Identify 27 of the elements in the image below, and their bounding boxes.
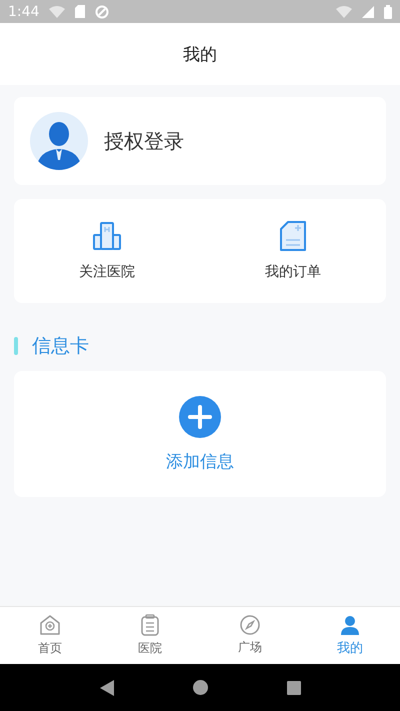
home-icon bbox=[39, 614, 61, 636]
plus-icon bbox=[179, 396, 221, 438]
tab[interactable]: 首页 bbox=[0, 607, 100, 664]
login-label: 授权登录 bbox=[104, 128, 184, 154]
recents-icon[interactable] bbox=[286, 680, 300, 694]
avatar-icon bbox=[30, 112, 88, 170]
tab[interactable]: 医院 bbox=[100, 607, 200, 664]
document-icon bbox=[280, 221, 306, 251]
clipboard-icon bbox=[141, 614, 159, 636]
signal-icon bbox=[362, 6, 374, 18]
section-title: 信息卡 bbox=[32, 334, 89, 359]
tab[interactable]: 广场 bbox=[200, 607, 300, 664]
page-title: 我的 bbox=[183, 44, 217, 66]
building-icon bbox=[92, 221, 122, 251]
status-time: 1:44 bbox=[8, 4, 40, 20]
section-marker bbox=[14, 337, 18, 355]
sd-card-icon bbox=[75, 5, 86, 18]
shortcut-item[interactable]: 关注医院 bbox=[14, 199, 200, 303]
shortcut-item[interactable]: 我的订单 bbox=[200, 199, 386, 303]
add-info-button[interactable]: 添加信息 bbox=[166, 396, 234, 472]
compass-icon bbox=[240, 615, 260, 635]
tab[interactable]: 我的 bbox=[300, 607, 400, 664]
wifi-icon bbox=[49, 6, 66, 18]
person-icon bbox=[340, 614, 360, 634]
home-button-icon[interactable] bbox=[192, 680, 208, 695]
back-icon[interactable] bbox=[100, 680, 114, 696]
battery-icon bbox=[384, 4, 392, 18]
